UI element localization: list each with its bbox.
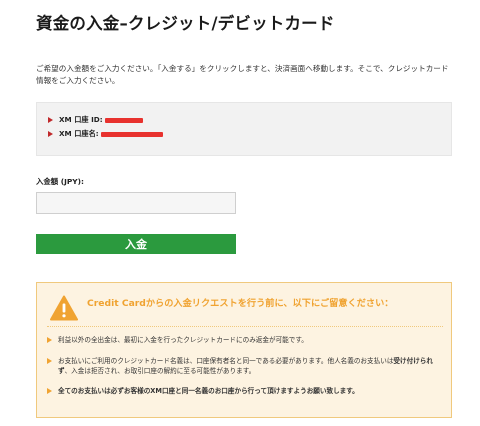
account-name-redaction: [100, 131, 163, 137]
deposit-button[interactable]: 入金: [36, 234, 236, 254]
notice-item-text-post: 、入金は拒否され、お取引口座の解約に至る可能性があります。: [64, 367, 256, 375]
notice-divider: [47, 326, 443, 327]
notice-title: Credit Cardからの入金リクエストを行う前に、以下にご留意ください：: [87, 298, 394, 309]
notice-item-text: 全てのお支払いは必ずお客様のXM口座と同一名義のお口座から行って頂けますようお願…: [58, 387, 359, 395]
notice-item-text: お支払いにご利用のクレジットカード名義は、口座保有者名と同一である必要があります…: [58, 356, 443, 376]
amount-label: 入金額 (JPY):: [36, 177, 84, 186]
account-name-label: XM 口座名:: [59, 129, 99, 138]
account-id-label: XM 口座 ID:: [59, 115, 103, 124]
account-name-row: XM 口座名:: [48, 128, 163, 140]
warning-triangle-icon: [50, 295, 78, 321]
amount-input[interactable]: [36, 192, 236, 214]
notice-item: 全てのお支払いは必ずお客様のXM口座と同一名義のお口座から行って頂けますようお願…: [47, 386, 443, 396]
orange-arrow-bullet-icon: [47, 336, 52, 343]
red-arrow-bullet-icon: [48, 117, 53, 123]
page-title: 資金の入金–クレジット/デビットカード: [36, 14, 335, 33]
red-arrow-bullet-icon: [48, 131, 53, 137]
account-info-box: XM 口座 ID: XM 口座名:: [36, 102, 452, 156]
account-id-redaction: [104, 117, 143, 123]
notice-item: お支払いにご利用のクレジットカード名義は、口座保有者名と同一である必要があります…: [47, 356, 443, 376]
notice-item-text-pre: お支払いにご利用のクレジットカード名義は、口座保有者名と同一である必要があります…: [58, 357, 394, 365]
orange-arrow-bullet-icon: [47, 387, 52, 394]
orange-arrow-bullet-icon: [47, 357, 52, 364]
intro-text: ご希望の入金額をご入力ください。「入金する」をクリックしますと、決済画面へ移動し…: [36, 64, 449, 85]
account-id-row: XM 口座 ID:: [48, 114, 143, 126]
notice-box: Credit Cardからの入金リクエストを行う前に、以下にご留意ください： 利…: [36, 282, 452, 418]
notice-item: 利益以外の全出金は、最初に入金を行ったクレジットカードにのみ返金が可能です。: [47, 335, 443, 345]
notice-item-text: 利益以外の全出金は、最初に入金を行ったクレジットカードにのみ返金が可能です。: [58, 336, 308, 344]
